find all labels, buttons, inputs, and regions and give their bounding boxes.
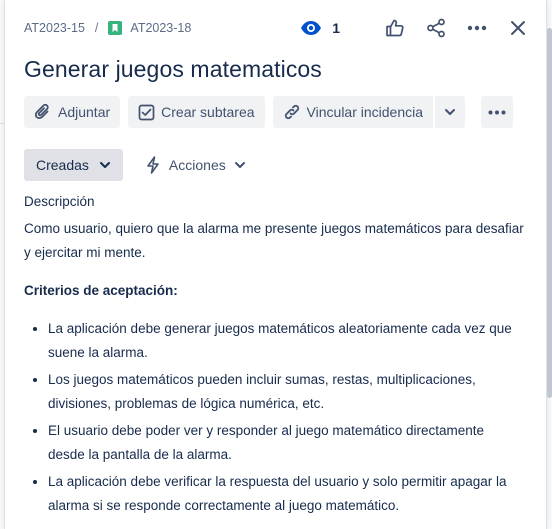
issue-header-bar: AT2023-15 / AT2023-18 1 [24,14,530,42]
status-label: Creadas [36,157,89,173]
actions-label: Acciones [168,157,226,173]
share-icon [426,18,446,38]
story-bookmark-icon [108,21,123,35]
more-actions-button[interactable] [465,16,489,40]
link-issue-button[interactable]: Vincular incidencia [272,96,434,128]
issue-detail-panel: AT2023-15 / AT2023-18 1 Generar juegos m… [4,0,547,529]
chevron-down-icon [99,161,111,169]
issue-action-buttons: Adjuntar Crear subtarea Vincular inciden… [24,96,521,128]
link-icon [283,103,301,121]
create-subtask-label: Crear subtarea [161,104,255,120]
lightning-icon [145,156,161,174]
actions-dropdown[interactable]: Acciones [145,156,246,174]
more-icon [467,25,487,31]
list-item: La aplicación debe verificar la respuest… [48,470,524,518]
breadcrumb-issue-link[interactable]: AT2023-18 [130,21,191,35]
breadcrumb-parent-link[interactable]: AT2023-15 [24,21,85,35]
eye-icon [300,20,322,36]
status-row: Creadas Acciones [24,149,246,181]
like-button[interactable] [383,16,407,40]
status-dropdown[interactable]: Creadas [24,149,123,181]
paperclip-icon [34,103,52,121]
list-item: El usuario debe poder ver y responder al… [48,419,524,467]
link-issue-label: Vincular incidencia [306,104,424,120]
chevron-down-icon [234,161,246,169]
issue-title[interactable]: Generar juegos matematicos [24,56,322,83]
breadcrumb-separator: / [94,21,99,35]
attach-button-label: Adjuntar [58,104,111,120]
link-issue-dropdown-button[interactable] [435,96,466,128]
list-item: La aplicación debe generar juegos matemá… [48,317,524,365]
list-item: Los juegos matemáticos pueden incluir su… [48,368,524,416]
thumbs-up-icon [385,18,405,38]
close-button[interactable] [506,16,530,40]
share-button[interactable] [424,16,448,40]
close-icon [510,20,526,36]
watch-count: 1 [332,20,340,36]
more-icon [488,110,506,115]
create-subtask-button[interactable]: Crear subtarea [128,96,265,128]
description-content[interactable]: Como usuario, quiero que la alarma me pr… [24,217,524,521]
description-text: Como usuario, quiero que la alarma me pr… [24,221,524,260]
description-label: Descripción [24,194,95,209]
attach-button[interactable]: Adjuntar [24,96,121,128]
header-actions: 1 [300,16,530,40]
watch-button[interactable]: 1 [300,20,340,36]
scrollbar[interactable] [547,28,552,398]
chevron-down-icon [444,108,456,116]
criteria-heading: Criterios de aceptación: [24,283,178,298]
more-options-button[interactable] [481,96,514,128]
subtask-icon [138,104,155,121]
breadcrumb: AT2023-15 / AT2023-18 [24,21,191,35]
criteria-list: La aplicación debe generar juegos matemá… [24,317,524,518]
